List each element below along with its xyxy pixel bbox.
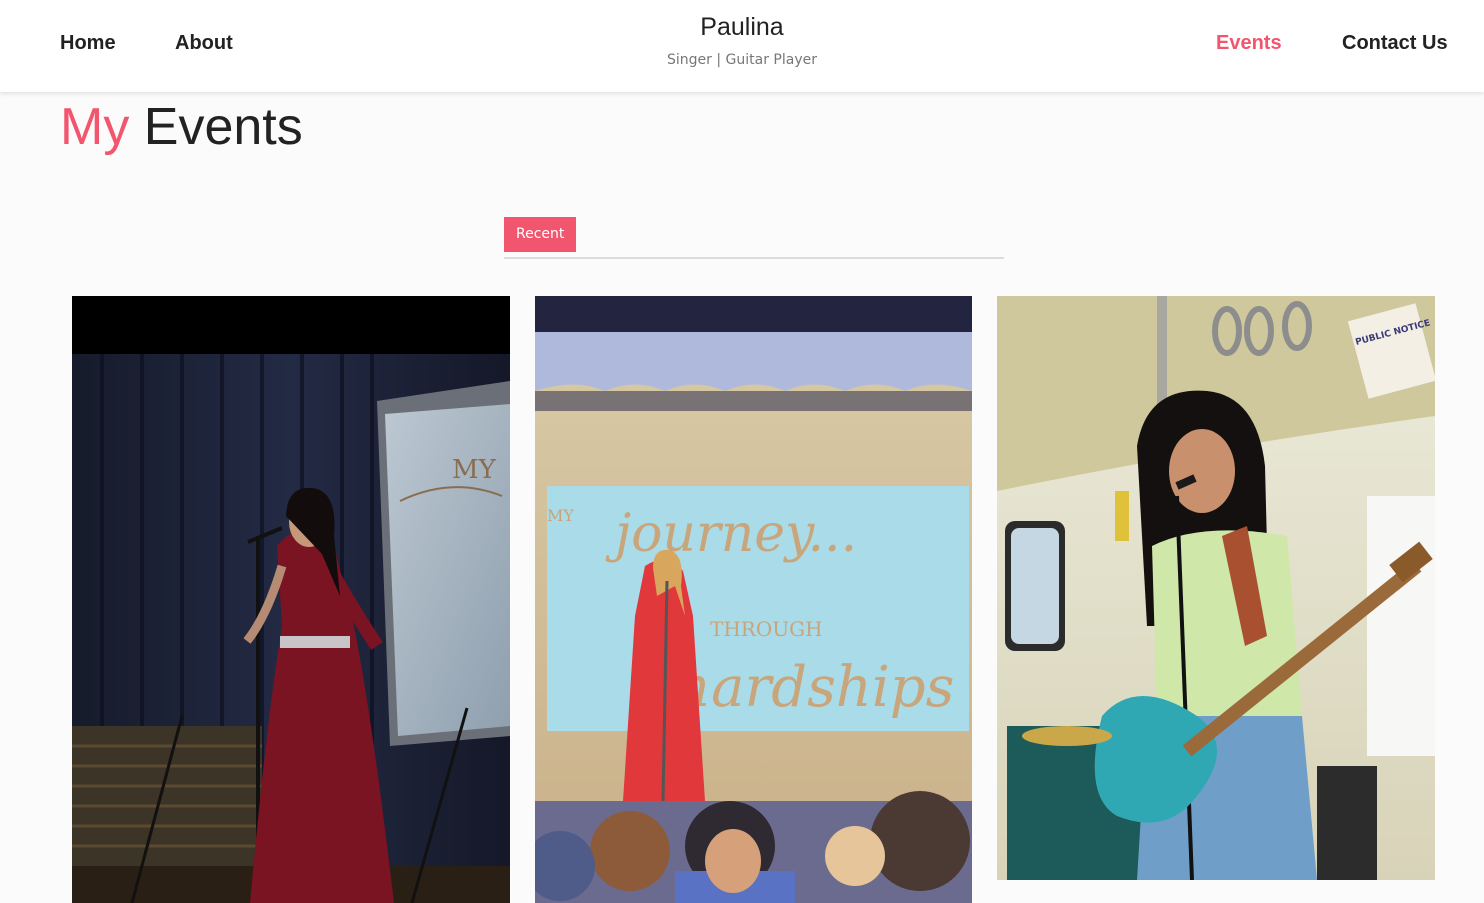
event-photo-3-image: PUBLIC NOTICE	[997, 296, 1435, 880]
event-photo-2-text-2: journey...	[605, 504, 857, 564]
event-photo-2-text-3: THROUGH	[710, 617, 823, 641]
nav-contact-link[interactable]: Contact Us	[1342, 32, 1448, 55]
event-photo-1-text: MY	[452, 455, 497, 485]
navbar: Home About Paulina Singer | Guitar Playe…	[0, 0, 1484, 92]
event-photo-1-image: MY	[72, 296, 510, 903]
event-photo-3[interactable]: PUBLIC NOTICE	[997, 296, 1435, 880]
page-title: My Events	[60, 96, 303, 158]
tab-recent[interactable]: Recent	[504, 217, 577, 252]
event-tabs: Recent	[504, 217, 1004, 259]
event-photo-2[interactable]: MY journey... THROUGH hardships	[535, 296, 972, 903]
event-photo-2-image: MY journey... THROUGH hardships	[535, 296, 972, 903]
event-photo-1[interactable]: MY	[72, 296, 510, 903]
nav-events-link[interactable]: Events	[1216, 32, 1282, 55]
event-photo-2-text-1: MY	[547, 506, 574, 525]
page-title-rest: Events	[143, 98, 303, 156]
page-title-accent: My	[60, 98, 130, 156]
event-photo-2-text-4: hardships	[675, 655, 954, 720]
